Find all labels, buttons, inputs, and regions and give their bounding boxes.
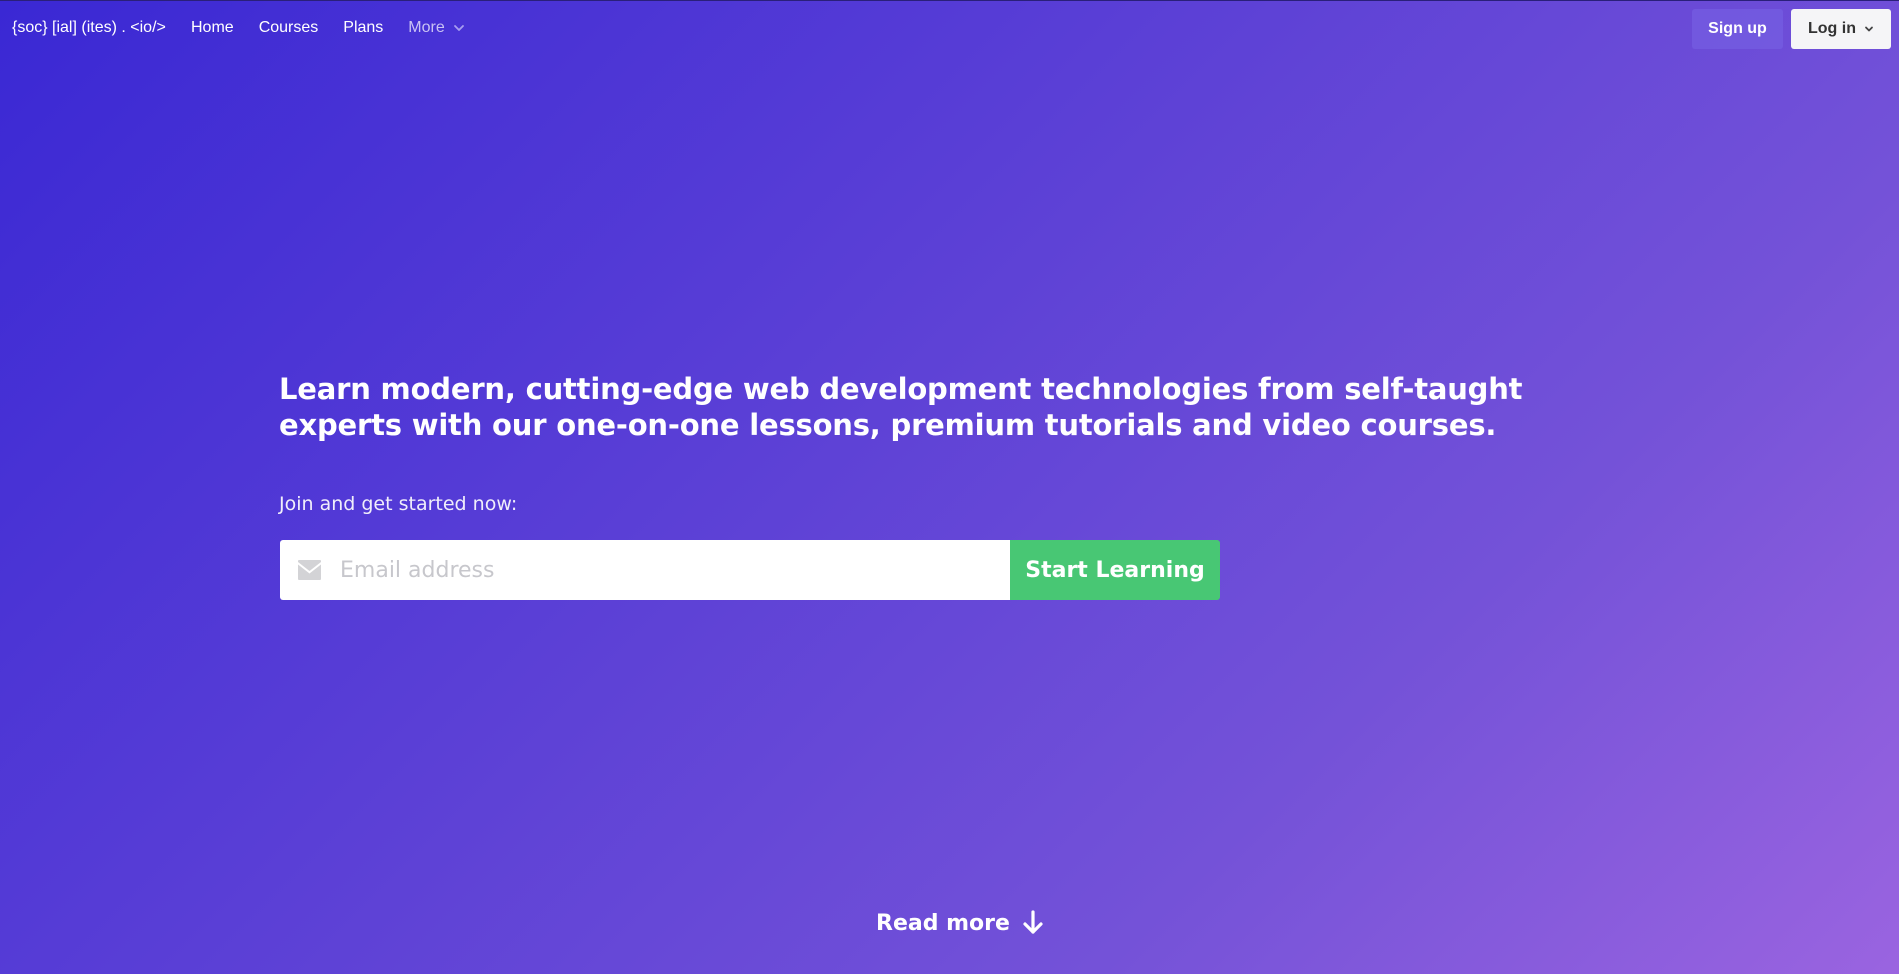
nav-more-dropdown[interactable]: More (408, 19, 464, 37)
signup-label: Sign up (1708, 20, 1767, 37)
brand-logo[interactable]: {soc} [ial] (ites) . <io/> (12, 19, 166, 37)
hero-subtitle: Join and get started now: (279, 493, 518, 515)
start-learning-label: Start Learning (1025, 557, 1205, 583)
chevron-down-icon (1865, 26, 1873, 32)
signup-form: Start Learning (280, 540, 1220, 600)
nav-links: Home Courses Plans More (191, 19, 490, 37)
login-dropdown-button[interactable]: Log in (1791, 9, 1891, 49)
login-label: Log in (1808, 20, 1856, 37)
hero-title: Learn modern, cutting-edge web developme… (279, 372, 1523, 442)
nav-link-plans[interactable]: Plans (343, 19, 383, 37)
chevron-down-icon (453, 25, 464, 31)
arrow-down-icon (1023, 910, 1043, 934)
nav-link-courses[interactable]: Courses (259, 19, 319, 37)
nav-more-label: More (408, 19, 445, 36)
read-more-label: Read more (876, 910, 1010, 936)
email-input[interactable] (280, 540, 1010, 600)
nav-link-home[interactable]: Home (191, 19, 234, 37)
start-learning-button[interactable]: Start Learning (1010, 540, 1220, 600)
email-field-wrapper (280, 540, 1010, 600)
read-more-link[interactable]: Read more (876, 910, 1044, 936)
signup-button[interactable]: Sign up (1692, 9, 1783, 49)
navbar: {soc} [ial] (ites) . <io/> Home Courses … (0, 0, 1899, 58)
